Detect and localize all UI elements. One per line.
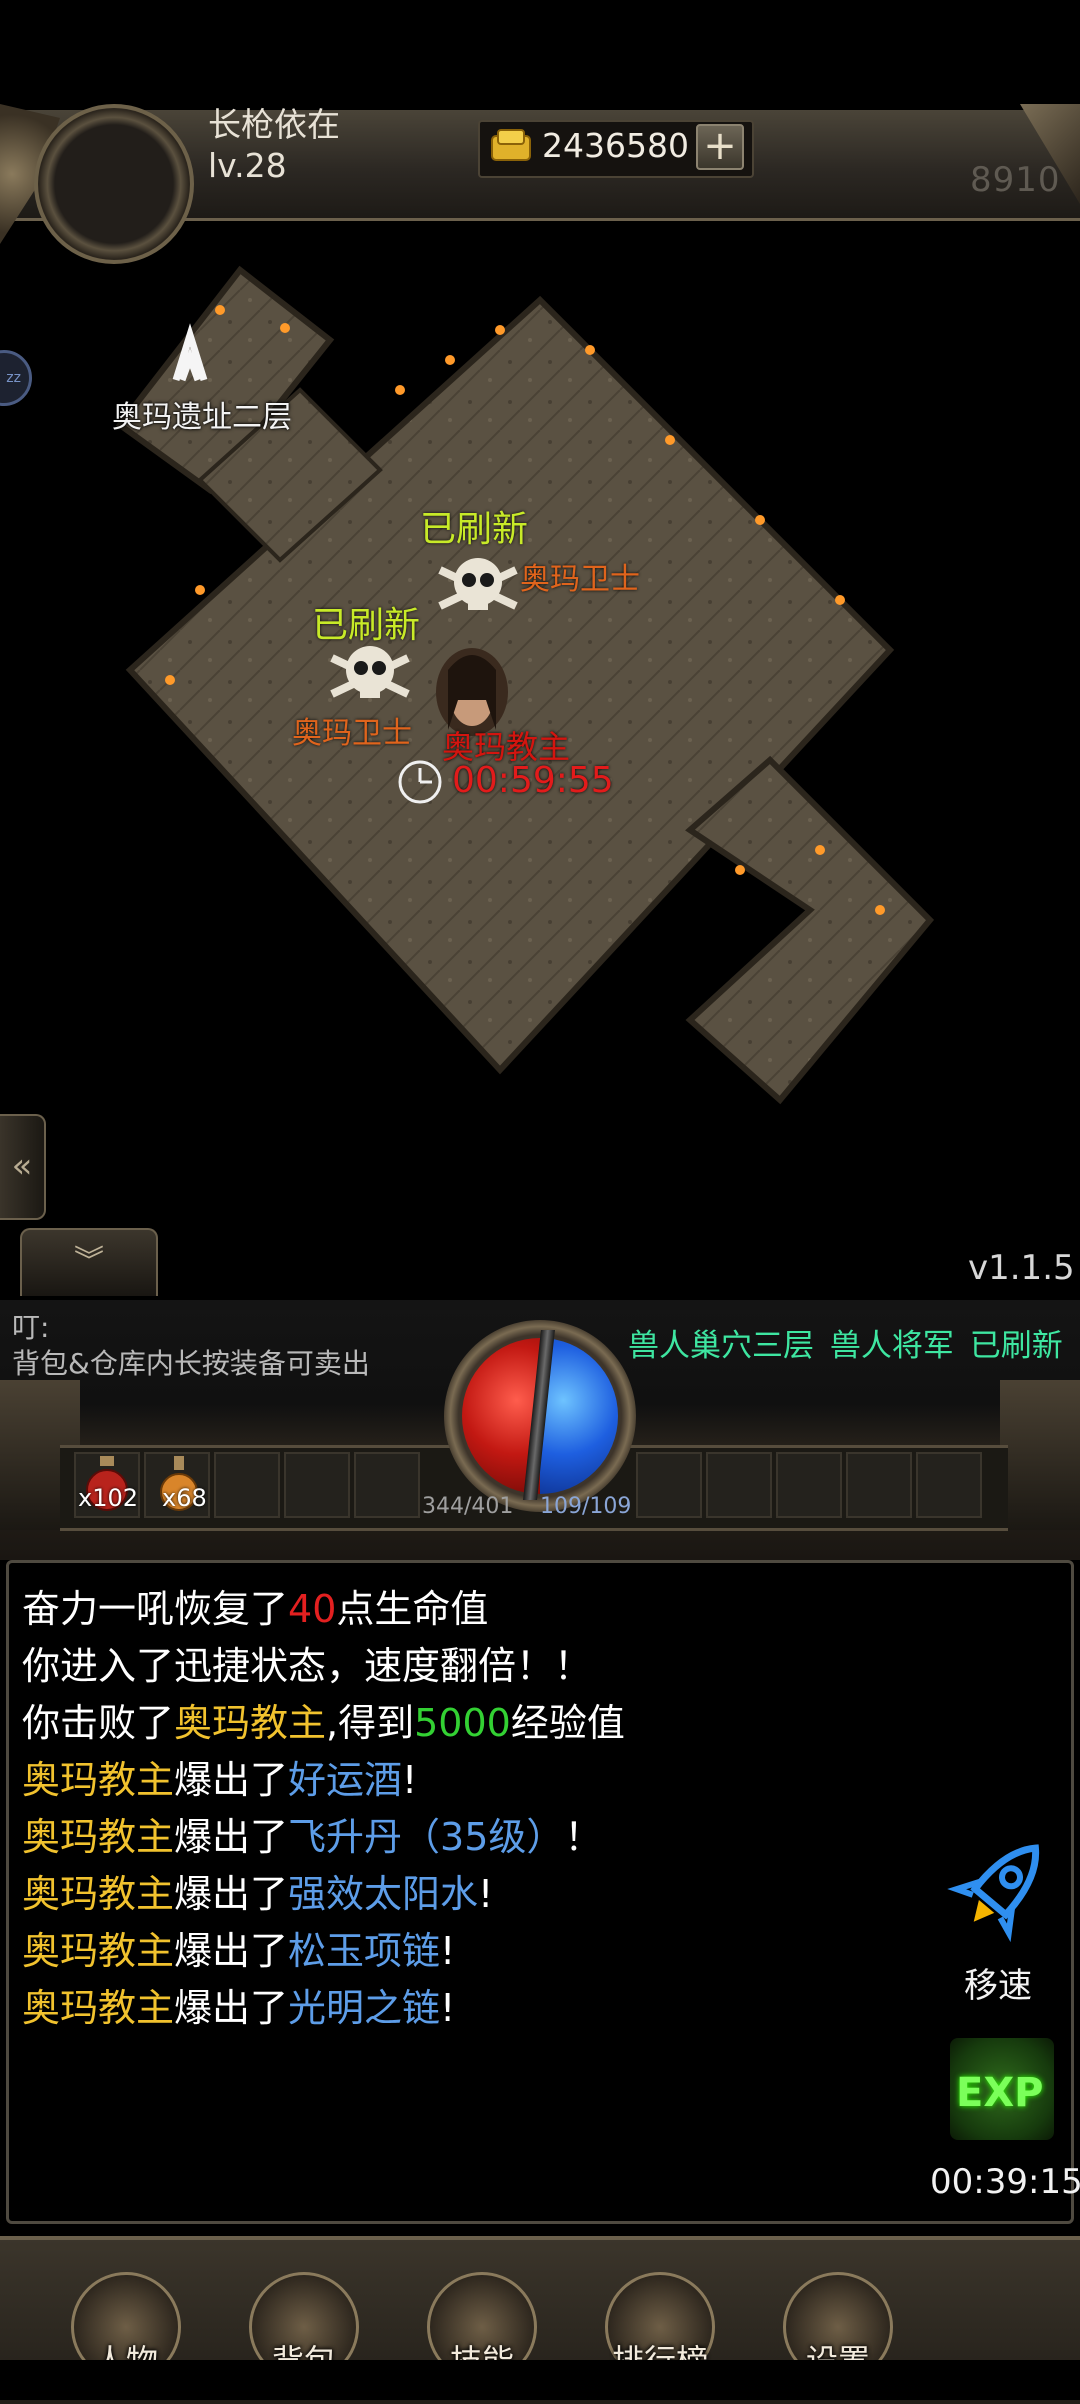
- quick-slot[interactable]: [706, 1452, 772, 1518]
- quick-slot[interactable]: [916, 1452, 982, 1518]
- quick-slot[interactable]: [214, 1452, 280, 1518]
- log-segment: 奥玛教主: [22, 1872, 175, 1916]
- hp-value: 344/401: [422, 1494, 514, 1519]
- combat-log-line: 你进入了迅捷状态，速度翻倍！！: [22, 1635, 592, 1690]
- red-potion-count: x102: [78, 1484, 139, 1512]
- log-segment: 你击败了: [22, 1701, 175, 1745]
- log-segment: 你进入了迅捷状态，速度翻倍！！: [22, 1644, 593, 1688]
- panel-ornament-right: [1000, 1380, 1080, 1530]
- log-segment: ,得到: [326, 1701, 415, 1745]
- log-segment: 光明之链: [288, 1986, 441, 2030]
- log-segment: 爆出了: [174, 1986, 289, 2030]
- log-segment: !: [402, 1758, 418, 1802]
- quick-slot[interactable]: [846, 1452, 912, 1518]
- combat-log-line: 奥玛教主爆出了强效太阳水!: [22, 1863, 493, 1918]
- combat-log-line: 奥玛教主爆出了松玉项链!: [22, 1920, 455, 1975]
- log-segment: 经验值: [510, 1701, 625, 1745]
- speed-boost-label[interactable]: 移速: [964, 1958, 1032, 2007]
- expand-side-panel-button[interactable]: «: [0, 1114, 46, 1220]
- log-segment: 奥玛教主: [22, 1815, 175, 1859]
- world-boss-status: 已刷新: [969, 1328, 1063, 1364]
- combat-log-line: 你击败了奥玛教主,得到5000经验值: [22, 1692, 625, 1747]
- log-segment: 点生命值: [336, 1587, 489, 1631]
- log-segment: ！: [564, 1815, 603, 1859]
- log-segment: !: [478, 1872, 494, 1916]
- boss-location: 兽人巢穴三层: [628, 1328, 814, 1364]
- system-notice-text: 背包&仓库内长按装备可卖出: [12, 1347, 370, 1380]
- world-boss-name: 兽人将军: [829, 1328, 954, 1364]
- app-version: v1.1.5: [968, 1248, 1075, 1288]
- exit-label: 奥玛遗址二层: [112, 400, 292, 435]
- log-segment: 爆出了: [174, 1872, 289, 1916]
- log-segment: 奥玛教主: [22, 1758, 175, 1802]
- combat-log-line: 奥玛教主爆出了光明之链!: [22, 1977, 455, 2032]
- boss-respawn-timer: 00:59:55: [452, 760, 614, 801]
- log-segment: 爆出了: [174, 1815, 289, 1859]
- collapse-panel-button[interactable]: ︾: [20, 1228, 158, 1296]
- log-segment: !: [440, 1929, 456, 1973]
- mp-value: 109/109: [540, 1494, 632, 1519]
- gold-amount: 2436580: [542, 126, 689, 165]
- log-segment: 爆出了: [174, 1758, 289, 1802]
- log-segment: 40: [288, 1587, 337, 1631]
- guard-refresh-status: 已刷新: [312, 605, 421, 646]
- combat-log-line: 奥玛教主爆出了好运酒!: [22, 1749, 417, 1804]
- dungeon-minimap[interactable]: [0, 230, 1080, 1130]
- quick-slot[interactable]: [776, 1452, 842, 1518]
- gold-ingot-icon: [491, 129, 531, 161]
- log-segment: 5000: [414, 1701, 511, 1745]
- player-name: 长枪依在: [208, 105, 340, 144]
- quick-slot[interactable]: [354, 1452, 420, 1518]
- combat-log-line: 奋力一吼恢复了40点生命值: [22, 1578, 488, 1633]
- guard-name: 奥玛卫士: [292, 716, 412, 751]
- quick-slot[interactable]: [284, 1452, 350, 1518]
- orange-potion-count: x68: [162, 1484, 207, 1512]
- boss-refresh-notice[interactable]: 兽人巢穴三层 兽人将军 已刷新: [628, 1320, 1069, 1365]
- guard-name: 奥玛卫士: [520, 562, 640, 597]
- exp-icon: EXP: [956, 2070, 1044, 2116]
- guard-refresh-status: 已刷新: [420, 509, 529, 550]
- add-gold-button[interactable]: +: [696, 124, 744, 170]
- log-segment: 奋力一吼恢复了: [22, 1587, 289, 1631]
- log-segment: 爆出了: [174, 1929, 289, 1973]
- log-segment: 松玉项链: [288, 1929, 441, 1973]
- system-notice-title: 叮:: [12, 1311, 50, 1344]
- log-segment: 强效太阳水: [288, 1872, 479, 1916]
- log-segment: 奥玛教主: [22, 1986, 175, 2030]
- quick-slot[interactable]: [636, 1452, 702, 1518]
- map-floor-corridor-se: [685, 755, 935, 1105]
- log-segment: !: [440, 1986, 456, 2030]
- log-segment: 飞升丹（35级）: [288, 1815, 565, 1859]
- exp-boost-timer: 00:39:15: [930, 2162, 1080, 2202]
- log-segment: 好运酒: [288, 1758, 403, 1802]
- log-segment: 奥玛教主: [22, 1929, 175, 1973]
- system-nav-strip: [0, 2360, 1080, 2400]
- log-segment: 奥玛教主: [174, 1701, 327, 1745]
- player-level: lv.28: [208, 146, 287, 185]
- combat-power: 8910: [970, 160, 1061, 200]
- combat-log-line: 奥玛教主爆出了飞升丹（35级）！: [22, 1806, 602, 1861]
